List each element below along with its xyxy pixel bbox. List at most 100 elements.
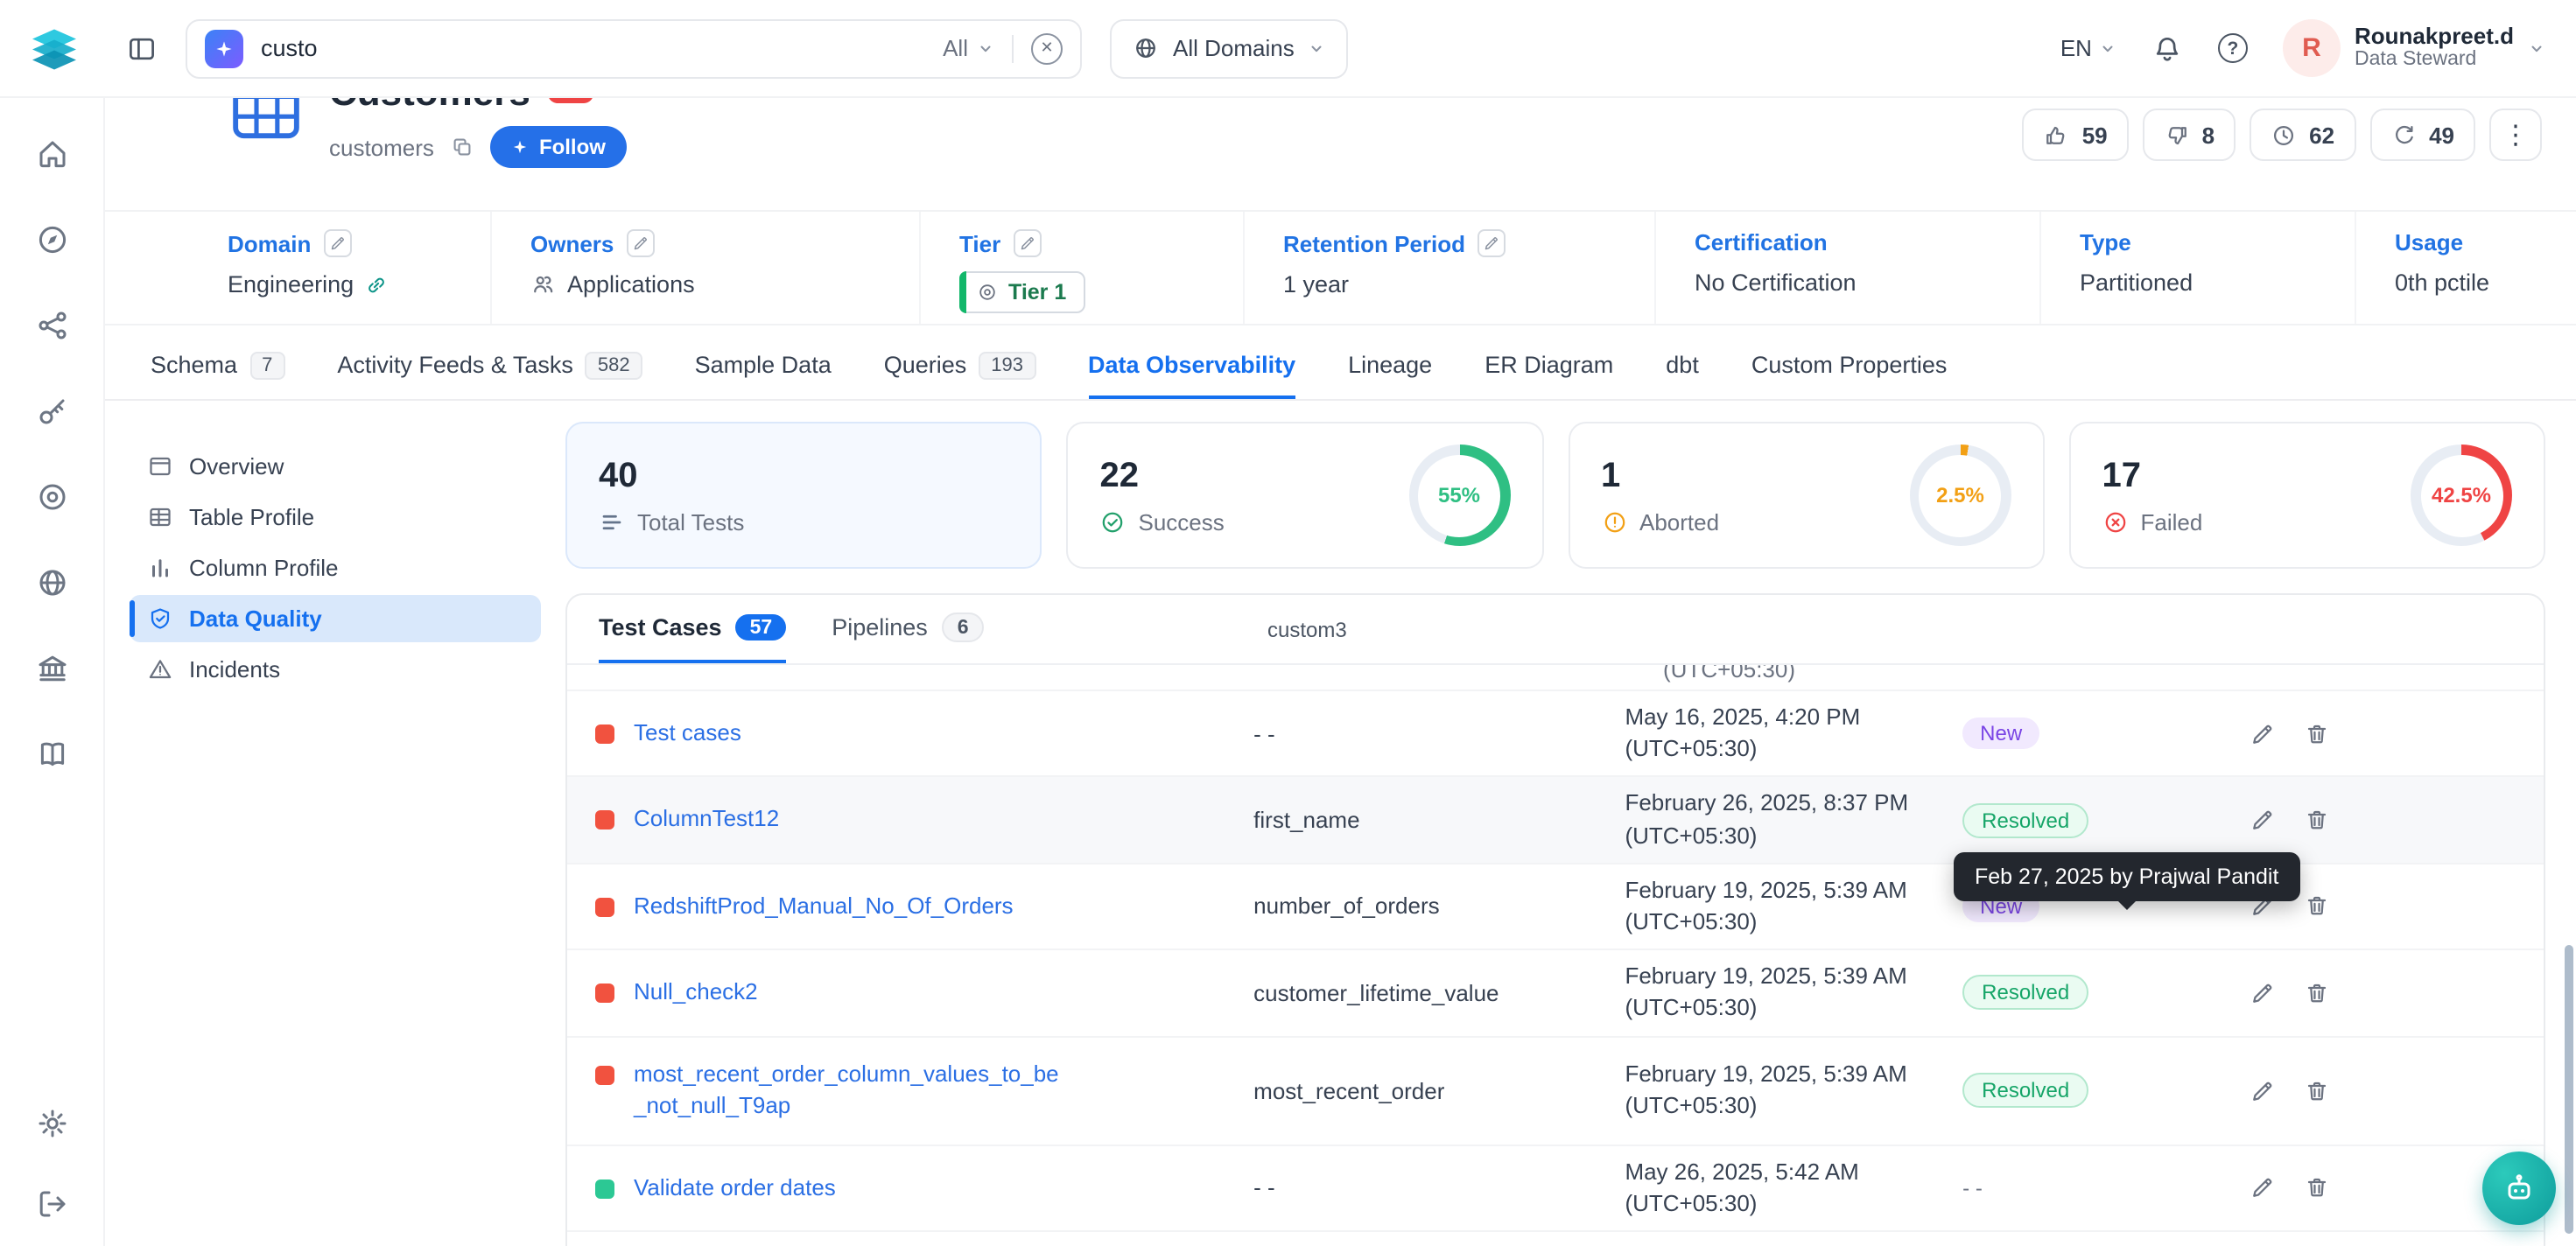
red-tag-badge [548, 98, 593, 102]
upvote-button[interactable]: 59 [2023, 108, 2129, 161]
table-row[interactable]: ColumnTest12 first_name February 26, 202… [567, 778, 2544, 864]
test-case-link[interactable]: Validate order dates [634, 1172, 836, 1203]
test-case-link[interactable]: ColumnTest12 [634, 804, 779, 836]
global-search[interactable]: custo All ✕ [186, 18, 1082, 78]
nav-home-icon[interactable] [34, 136, 69, 172]
test-cases-panel: Test Cases 57 Pipelines 6 custom3 [565, 593, 2545, 1246]
table-row[interactable]: Null_check2 customer_lifetime_value Febr… [567, 950, 2544, 1037]
aborted-donut: 2.5% [1910, 444, 2011, 546]
meta-domain: Domain Engineering [105, 212, 490, 324]
chevron-down-icon [2528, 39, 2545, 57]
tab-schema[interactable]: Schema7 [151, 334, 284, 399]
tab-queries[interactable]: Queries193 [884, 334, 1035, 399]
sidebar-item-table-profile[interactable]: Table Profile [130, 494, 541, 541]
language-dropdown[interactable]: EN [2060, 35, 2116, 61]
meta-tier: Tier Tier 1 [919, 212, 1243, 324]
test-case-link[interactable]: Test cases [634, 718, 741, 749]
card-total-tests: 40 Total Tests [565, 422, 1042, 569]
edit-icon[interactable] [2250, 1174, 2276, 1200]
page-scrollbar-thumb[interactable] [2565, 945, 2573, 1234]
edit-icon[interactable] [2250, 807, 2276, 833]
delete-icon[interactable] [2304, 980, 2330, 1006]
status-square-icon [595, 984, 614, 1003]
table-entity-icon [228, 98, 305, 147]
table-profile-icon [147, 504, 173, 530]
views-button[interactable]: 62 [2250, 108, 2355, 161]
sidebar-item-incidents[interactable]: Incidents [130, 646, 541, 693]
sidebar-item-data-quality[interactable]: Data Quality [130, 595, 541, 642]
app-logo-icon[interactable] [25, 18, 84, 78]
test-case-link[interactable]: RedshiftProd_Manual_No_Of_Orders [634, 891, 1014, 922]
follow-button[interactable]: Follow [490, 126, 627, 168]
test-case-link[interactable]: most_recent_order_column_values_to_be_no… [634, 1059, 1063, 1123]
nav-domains-icon[interactable] [34, 565, 69, 600]
logout-icon[interactable] [34, 1186, 69, 1222]
nav-explore-icon[interactable] [34, 222, 69, 257]
edit-icon[interactable] [2250, 980, 2276, 1006]
sidebar-item-column-profile[interactable]: Column Profile [130, 544, 541, 592]
clear-search-icon[interactable]: ✕ [1031, 32, 1063, 64]
more-options-button[interactable]: ⋮ [2489, 108, 2542, 161]
nav-lineage-icon[interactable] [34, 308, 69, 343]
sidebar-item-overview[interactable]: Overview [130, 443, 541, 490]
owners-users-icon [530, 271, 557, 298]
subtab-pipelines[interactable]: Pipelines 6 [832, 595, 984, 663]
search-input[interactable]: custo [261, 35, 925, 61]
edit-retention-icon[interactable] [1478, 229, 1506, 257]
table-row[interactable]: Validate order dates - - May 26, 2025, 5… [567, 1145, 2544, 1232]
domains-dropdown[interactable]: All Domains [1110, 18, 1349, 78]
copy-icon[interactable] [450, 135, 474, 159]
card-failed: 17 Failed 42.5% [2069, 422, 2546, 569]
notifications-bell-icon[interactable] [2151, 32, 2183, 64]
delete-icon[interactable] [2304, 1077, 2330, 1103]
edit-icon[interactable] [2250, 1077, 2276, 1103]
meta-retention: Retention Period 1 year [1243, 212, 1654, 324]
clock-icon [2271, 122, 2297, 148]
card-aborted: 1 Aborted 2.5% [1568, 422, 2045, 569]
nav-glossary-icon[interactable] [34, 737, 69, 772]
overview-icon [147, 453, 173, 480]
test-case-link[interactable]: Null_check2 [634, 976, 758, 1008]
edit-owners-icon[interactable] [626, 229, 654, 257]
tab-data-observability[interactable]: Data Observability [1088, 334, 1295, 399]
delete-icon[interactable] [2304, 807, 2330, 833]
nav-govern-icon[interactable] [34, 394, 69, 429]
subtab-test-cases[interactable]: Test Cases 57 [599, 595, 786, 663]
downvote-button[interactable]: 8 [2143, 108, 2236, 161]
meta-certification: Certification No Certification [1654, 212, 2039, 324]
table-row[interactable]: number_of_orders_column_values_to_be_ nu… [567, 1232, 2544, 1246]
user-name: Rounakpreet.d [2355, 23, 2514, 50]
tab-activity-feeds[interactable]: Activity Feeds & Tasks582 [337, 334, 642, 399]
entity-header: Customers customers Follow [105, 98, 2576, 210]
test-case-link[interactable]: number_of_orders_column_values_to_be_ [634, 1242, 1063, 1246]
tab-lineage[interactable]: Lineage [1348, 334, 1432, 399]
tab-er-diagram[interactable]: ER Diagram [1485, 334, 1613, 399]
chevron-down-icon [2099, 39, 2116, 57]
user-menu[interactable]: R Rounakpreet.d Data Steward [2283, 19, 2545, 77]
settings-gear-icon[interactable] [34, 1106, 69, 1141]
delete-icon[interactable] [2304, 893, 2330, 920]
nav-observability-icon[interactable] [34, 480, 69, 514]
meta-type: Type Partitioned [2039, 212, 2355, 324]
versions-button[interactable]: 49 [2369, 108, 2475, 161]
delete-icon[interactable] [2304, 1174, 2330, 1200]
tab-custom-properties[interactable]: Custom Properties [1751, 334, 1948, 399]
edit-domain-icon[interactable] [323, 229, 351, 257]
table-row[interactable]: Test cases - - May 16, 2025, 4:20 PM (UT… [567, 691, 2544, 778]
nav-insights-icon[interactable] [34, 651, 69, 686]
delete-icon[interactable] [2304, 720, 2330, 746]
link-icon[interactable] [364, 272, 389, 297]
tab-sample-data[interactable]: Sample Data [695, 334, 832, 399]
status-square-icon [595, 811, 614, 830]
chat-assistant-button[interactable] [2482, 1152, 2556, 1225]
observability-side-menu: Overview Table Profile Column Profile Da… [130, 422, 541, 1246]
sidebar-toggle-icon[interactable] [126, 32, 158, 64]
edit-tier-icon[interactable] [1013, 229, 1041, 257]
help-icon[interactable]: ? [2218, 33, 2248, 63]
status-badge: Resolved [1962, 802, 2088, 837]
table-row[interactable]: most_recent_order_column_values_to_be_no… [567, 1037, 2544, 1145]
tab-dbt[interactable]: dbt [1666, 334, 1699, 399]
user-role: Data Steward [2355, 50, 2514, 74]
edit-icon[interactable] [2250, 720, 2276, 746]
search-scope-dropdown[interactable]: All [943, 35, 994, 61]
